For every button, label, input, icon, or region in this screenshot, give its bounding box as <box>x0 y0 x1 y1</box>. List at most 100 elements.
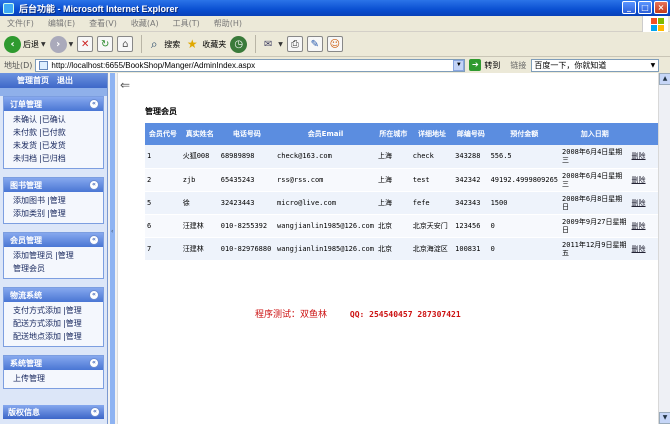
delete-link[interactable]: 删除 <box>629 145 658 169</box>
collapse-icon[interactable]: « <box>89 290 99 300</box>
table-cell: 343288 <box>453 145 489 169</box>
go-button[interactable]: ➔ 转到 <box>469 59 500 71</box>
toolbar-separator <box>141 35 143 53</box>
windows-logo-icon <box>642 16 668 32</box>
collapse-icon[interactable]: « <box>89 99 99 109</box>
mail-icon: ✉ <box>264 38 273 50</box>
nav-link[interactable]: 已付款 <box>42 128 66 137</box>
mail-button[interactable]: ✉ ▼ <box>260 36 283 52</box>
table-cell: 汪建林 <box>180 214 219 238</box>
window-title: 后台功能 - Microsoft Internet Explorer <box>19 3 179 14</box>
table-cell: 32423443 <box>218 191 276 215</box>
chevron-down-icon: ▼ <box>41 40 46 48</box>
delete-link[interactable]: 删除 <box>629 214 658 238</box>
table-cell: 北京天安门 <box>410 214 454 238</box>
hide-menu-arrow-icon[interactable]: ⇐ <box>120 78 130 92</box>
menu-file[interactable]: 文件(F) <box>0 18 41 29</box>
menu-edit[interactable]: 编辑(E) <box>41 18 82 29</box>
table-cell: check <box>410 145 454 169</box>
search-icon: ⌕ <box>150 36 158 51</box>
collapse-icon[interactable]: « <box>89 358 99 368</box>
nav-link[interactable]: 管理 <box>58 251 74 260</box>
nav-link[interactable]: 管理会员 <box>13 264 45 273</box>
collapse-icon[interactable]: « <box>90 407 100 417</box>
close-button[interactable]: × <box>654 1 668 14</box>
forward-button[interactable]: › ▼ <box>49 35 73 53</box>
nav-link[interactable]: 未付款 <box>13 128 37 137</box>
nav-section-members: 会员管理 « 添加管理员 |管理 管理会员 <box>3 232 104 279</box>
table-cell: 北京海淀区 <box>410 237 454 261</box>
copyright-header[interactable]: 版权信息 « <box>3 405 104 419</box>
delete-link[interactable]: 删除 <box>629 168 658 192</box>
menu-favorites[interactable]: 收藏(A) <box>124 18 166 29</box>
print-button[interactable]: ⎙ <box>286 36 303 52</box>
search-button[interactable]: ⌕ 搜索 <box>146 36 180 52</box>
minimize-button[interactable]: _ <box>622 1 636 14</box>
address-input[interactable]: http://localhost:6655/BookShop/Manger/Ad… <box>35 58 466 72</box>
favorites-button[interactable]: ★ 收藏夹 <box>184 36 226 52</box>
admin-home-link[interactable]: 管理首页 <box>17 75 49 86</box>
menu-help[interactable]: 帮助(H) <box>207 18 249 29</box>
nav-link[interactable]: 管理 <box>50 209 66 218</box>
nav-link[interactable]: 管理 <box>66 319 82 328</box>
nav-link[interactable]: 支付方式添加 <box>13 306 61 315</box>
nav-section-header[interactable]: 图书管理 « <box>4 178 103 192</box>
nav-link[interactable]: 上传管理 <box>13 374 45 383</box>
collapse-icon[interactable]: « <box>89 180 99 190</box>
nav-section-header[interactable]: 物流系统 « <box>4 288 103 302</box>
nav-link[interactable]: 添加图书 <box>13 196 45 205</box>
history-button[interactable]: ◷ <box>230 35 248 53</box>
scroll-down-icon[interactable]: ▼ <box>659 412 670 424</box>
delete-link[interactable]: 删除 <box>629 191 658 215</box>
nav-link[interactable]: 添加管理员 <box>13 251 53 260</box>
nav-section-header[interactable]: 系统管理 « <box>4 356 103 370</box>
chevron-down-icon[interactable]: ▼ <box>453 59 465 71</box>
nav-section-title: 订单管理 <box>10 99 42 109</box>
refresh-button[interactable]: ↻ <box>97 36 114 52</box>
nav-section-header[interactable]: 会员管理 « <box>4 233 103 247</box>
chevron-down-icon[interactable]: ▼ <box>647 60 658 71</box>
splitter-grip-icon[interactable]: ‹ <box>111 228 113 235</box>
delete-link[interactable]: 删除 <box>629 237 658 261</box>
nav-link[interactable]: 管理 <box>66 306 82 315</box>
table-cell: 123456 <box>453 214 489 238</box>
scroll-up-icon[interactable]: ▲ <box>659 73 670 85</box>
members-table: 会员代号 真实姓名 电话号码 会员Email 所在城市 详细地址 邮编号码 预付… <box>145 123 658 261</box>
menu-tools[interactable]: 工具(T) <box>166 18 207 29</box>
links-button[interactable]: 链接 <box>510 60 526 71</box>
baidu-search-text: 百度一下，你就知道 <box>534 60 607 70</box>
table-row: 1 火狐008 68989898 check@163.com 上海 check 343288… <box>145 145 658 169</box>
baidu-search-input[interactable]: 百度一下，你就知道 ▼ <box>531 58 660 72</box>
logout-link[interactable]: 退出 <box>57 75 73 86</box>
maximize-button[interactable]: □ <box>638 1 652 14</box>
nav-link[interactable]: 已发货 <box>42 141 66 150</box>
nav-link[interactable]: 管理 <box>66 332 82 341</box>
nav-link[interactable]: 未归档 <box>13 154 37 163</box>
table-cell: 65435243 <box>218 168 276 192</box>
collapse-icon[interactable]: « <box>89 235 99 245</box>
back-button[interactable]: ‹ 后退 ▼ <box>4 35 46 53</box>
column-header <box>629 123 658 145</box>
menu-view[interactable]: 查看(V) <box>82 18 124 29</box>
nav-link[interactable]: 已确认 <box>42 115 66 124</box>
nav-link[interactable]: 已归档 <box>42 154 66 163</box>
vertical-scrollbar[interactable]: ▲ ▼ <box>658 73 670 424</box>
nav-link[interactable]: 添加类别 <box>13 209 45 218</box>
go-arrow-icon: ➔ <box>469 59 482 71</box>
nav-link[interactable]: 未发货 <box>13 141 37 150</box>
nav-link[interactable]: 未确认 <box>13 115 37 124</box>
nav-section-header[interactable]: 订单管理 « <box>4 97 103 111</box>
frame-splitter[interactable]: ‹ <box>108 73 118 424</box>
nav-link[interactable]: 配送地点添加 <box>13 332 61 341</box>
page-content: 管理首页 退出 订单管理 « 未确认 |已确认 未付款 |已付款 未发货 |已发货 未… <box>0 73 670 424</box>
stop-button[interactable]: ✕ <box>77 36 94 52</box>
column-header: 预付金额 <box>488 123 561 145</box>
edit-button[interactable]: ✎ <box>306 36 323 52</box>
nav-link[interactable]: 管理 <box>50 196 66 205</box>
address-url: http://localhost:6655/BookShop/Manger/Ad… <box>51 60 256 70</box>
back-arrow-icon: ‹ <box>4 35 21 53</box>
messenger-button[interactable]: ☺ <box>326 36 343 52</box>
nav-link[interactable]: 配送方式添加 <box>13 319 61 328</box>
home-button[interactable]: ⌂ <box>117 36 134 52</box>
table-cell: 0 <box>488 214 561 238</box>
